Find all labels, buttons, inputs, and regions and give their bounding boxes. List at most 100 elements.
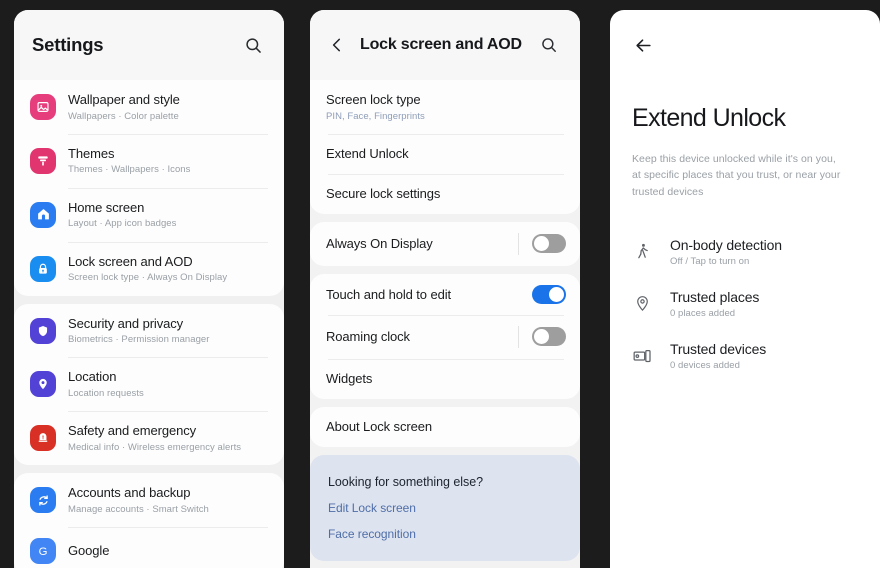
item-title: Google	[68, 543, 110, 559]
extend-item-trusted-places[interactable]: Trusted places 0 places added	[610, 278, 880, 330]
home-icon	[30, 201, 56, 228]
extend-item-trusted-devices[interactable]: Trusted devices 0 devices added	[610, 330, 880, 382]
settings-item-wallpaper-and-style[interactable]: Wallpaper and style Wallpapers · Color p…	[14, 80, 284, 134]
arrow-left-icon[interactable]	[630, 32, 656, 58]
suggestion-title: Looking for something else?	[328, 474, 483, 489]
settings-item-google[interactable]: G Google	[14, 527, 284, 568]
page-title: Extend Unlock	[632, 104, 786, 132]
lock-screen-panel: Lock screen and AOD Screen lock type PIN…	[310, 10, 580, 568]
lock-icon	[30, 255, 56, 282]
extend-unlock-list[interactable]: On-body detection Off / Tap to turn on T…	[610, 226, 880, 382]
google-g-icon: G	[30, 538, 56, 565]
item-text: Secure lock settings	[326, 185, 564, 203]
item-subtitle: Layout · App icon badges	[68, 218, 177, 230]
themes-brush-icon	[30, 147, 56, 174]
item-text: Trusted devices 0 devices added	[670, 341, 860, 371]
settings-item-location[interactable]: Location Location requests	[14, 357, 284, 411]
page-title: Lock screen and AOD	[360, 36, 522, 53]
lock-item-screen-lock-type[interactable]: Screen lock type PIN, Face, Fingerprints	[310, 80, 580, 134]
item-title: Always On Display	[326, 236, 433, 252]
location-pin-icon	[30, 371, 56, 398]
chevron-left-icon[interactable]	[324, 32, 350, 58]
item-title: Wallpaper and style	[68, 92, 180, 107]
item-text: Roaming clock	[326, 328, 518, 346]
item-text: Location Location requests	[68, 368, 268, 400]
item-title: Touch and hold to edit	[326, 286, 452, 302]
page-title: Settings	[32, 34, 104, 55]
item-title: Secure lock settings	[326, 186, 441, 202]
settings-item-lock-screen-and-aod[interactable]: Lock screen and AOD Screen lock type · A…	[14, 241, 284, 296]
shield-icon	[30, 317, 56, 344]
extend-unlock-panel: Extend Unlock Keep this device unlocked …	[610, 10, 880, 568]
page-description: Keep this device unlocked while it's on …	[632, 153, 841, 198]
item-title: Widgets	[326, 371, 373, 387]
settings-item-themes[interactable]: Themes Themes · Wallpapers · Icons	[14, 133, 284, 188]
search-icon[interactable]	[536, 32, 562, 58]
item-text: Themes Themes · Wallpapers · Icons	[68, 145, 268, 177]
touch-and-hold-to-edit-toggle[interactable]	[532, 284, 566, 304]
item-subtitle: Biometrics · Permission manager	[68, 334, 210, 346]
search-icon[interactable]	[240, 32, 266, 58]
suggestion-link-face-recognition[interactable]: Face recognition	[310, 521, 580, 547]
item-title: Trusted places	[670, 288, 760, 305]
item-title: Lock screen and AOD	[68, 253, 193, 269]
item-subtitle: Themes · Wallpapers · Icons	[68, 164, 191, 176]
item-text: About Lock screen	[326, 418, 564, 436]
item-subtitle: Screen lock type · Always On Display	[68, 272, 228, 284]
item-text: Widgets	[326, 370, 564, 388]
svg-text:G: G	[39, 546, 48, 558]
settings-item-home-screen[interactable]: Home screen Layout · App icon badges	[14, 187, 284, 242]
lock-item-extend-unlock[interactable]: Extend Unlock	[310, 133, 580, 174]
lock-screen-header: Lock screen and AOD	[310, 10, 580, 80]
location-pin-outline-icon	[630, 292, 654, 316]
item-subtitle: Medical info · Wireless emergency alerts	[68, 441, 242, 453]
settings-group-3: Accounts and backup Manage accounts · Sm…	[14, 473, 284, 568]
suggestion-link-edit-lock-screen[interactable]: Edit Lock screen	[310, 495, 580, 521]
lock-group-4: About Lock screen	[310, 406, 580, 447]
lock-item-about-lock-screen[interactable]: About Lock screen	[310, 407, 580, 447]
extend-item-on-body-detection[interactable]: On-body detection Off / Tap to turn on	[610, 226, 880, 278]
item-text: On-body detection Off / Tap to turn on	[670, 237, 860, 267]
lock-item-widgets[interactable]: Widgets	[310, 358, 580, 399]
roaming-clock-toggle[interactable]	[532, 327, 566, 347]
item-text: Extend Unlock	[326, 145, 564, 163]
toggle-knob	[549, 286, 564, 302]
lock-group-3: Touch and hold to edit Roaming clock Wid…	[310, 273, 580, 399]
item-subtitle: 0 places added	[670, 307, 736, 319]
settings-item-accounts-and-backup[interactable]: Accounts and backup Manage accounts · Sm…	[14, 473, 284, 527]
item-subtitle: PIN, Face, Fingerprints	[326, 110, 425, 122]
item-text: Touch and hold to edit	[326, 286, 532, 304]
toggle-knob	[534, 236, 549, 252]
item-title: Themes	[68, 145, 115, 161]
lock-settings-list[interactable]: Screen lock type PIN, Face, Fingerprints…	[310, 80, 580, 568]
item-text: Lock screen and AOD Screen lock type · A…	[68, 253, 268, 285]
lock-group-2: Always On Display	[310, 221, 580, 266]
screenshot-stage: Settings Wallpaper and style Wallpapers …	[0, 0, 880, 568]
item-text: Security and privacy Biometrics · Permis…	[68, 315, 268, 347]
lock-item-secure-lock-settings[interactable]: Secure lock settings	[310, 173, 580, 214]
always-on-display-toggle[interactable]	[532, 234, 566, 254]
item-subtitle: Wallpapers · Color palette	[68, 110, 179, 122]
item-title: Accounts and backup	[68, 485, 191, 501]
settings-header: Settings	[14, 10, 284, 80]
extend-unlock-top: Extend Unlock Keep this device unlocked …	[610, 10, 880, 200]
item-title: Security and privacy	[68, 315, 184, 331]
devices-icon	[630, 344, 654, 368]
item-subtitle: Off / Tap to turn on	[670, 255, 750, 267]
item-title: Extend Unlock	[326, 146, 409, 162]
settings-group-1: Wallpaper and style Wallpapers · Color p…	[14, 80, 284, 296]
item-text: Wallpaper and style Wallpapers · Color p…	[68, 91, 268, 123]
settings-item-security-and-privacy[interactable]: Security and privacy Biometrics · Permis…	[14, 304, 284, 358]
settings-group-2: Security and privacy Biometrics · Permis…	[14, 303, 284, 466]
item-subtitle: Manage accounts · Smart Switch	[68, 503, 209, 515]
settings-list[interactable]: Wallpaper and style Wallpapers · Color p…	[14, 80, 284, 568]
toggle-knob	[534, 329, 549, 345]
lock-item-always-on-display[interactable]: Always On Display	[310, 222, 580, 266]
settings-item-safety-and-emergency[interactable]: Safety and emergency Medical info · Wire…	[14, 411, 284, 465]
lock-item-roaming-clock[interactable]: Roaming clock	[310, 314, 580, 359]
item-title: Roaming clock	[326, 329, 410, 345]
item-title: Location	[68, 369, 117, 385]
lock-item-touch-and-hold-to-edit[interactable]: Touch and hold to edit	[310, 274, 580, 315]
item-title: Home screen	[68, 199, 145, 215]
item-title: Safety and emergency	[68, 423, 197, 439]
